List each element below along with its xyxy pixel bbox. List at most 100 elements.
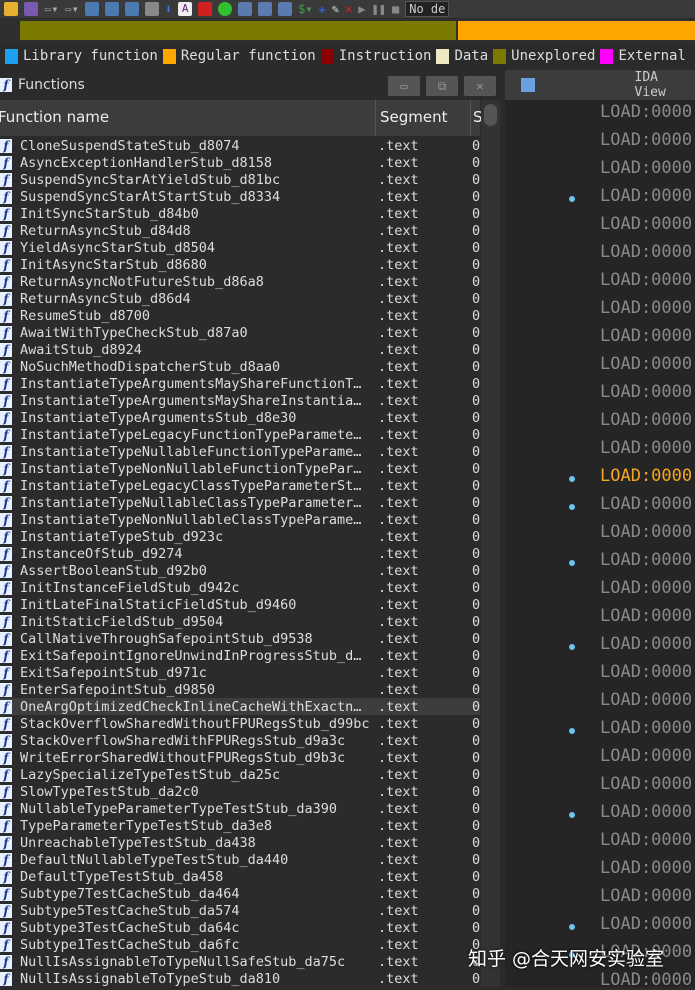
table-row[interactable]: f InitLateFinalStaticFieldStub_d9460 .text… xyxy=(0,596,480,613)
table-row[interactable]: f StackOverflowSharedWithFPURegsStub_d9a3… xyxy=(0,732,480,749)
binary-icon[interactable] xyxy=(124,2,139,16)
print-icon[interactable] xyxy=(144,2,159,16)
table-row[interactable]: f OneArgOptimizedCheckInlineCacheWithExac… xyxy=(0,698,480,715)
disassembly-line[interactable]: LOAD:0000 xyxy=(600,830,692,850)
edit-icon[interactable]: ✎ xyxy=(332,2,339,16)
table-row[interactable]: f EnterSafepointStub_d9850 .text 0 xyxy=(0,681,480,698)
delete-icon[interactable]: ✕ xyxy=(345,2,352,16)
table-row[interactable]: f InstantiateTypeLegacyClassTypeParameter… xyxy=(0,477,480,494)
disassembly-line[interactable]: LOAD:0000 xyxy=(600,774,692,794)
disassembly-line[interactable]: LOAD:0000 xyxy=(600,438,692,458)
disassembly-line[interactable]: LOAD:0000 xyxy=(600,130,692,150)
disassembly-line[interactable]: LOAD:0000 xyxy=(600,970,692,990)
table-row[interactable]: f ExitSafepointIgnoreUnwindInProgressStub… xyxy=(0,647,480,664)
table-row[interactable]: f StackOverflowSharedWithoutFPURegsStub_d… xyxy=(0,715,480,732)
table-row[interactable]: f ReturnAsyncStub_d86d4 .text 0 xyxy=(0,290,480,307)
disassembly-line[interactable]: LOAD:0000 xyxy=(600,298,692,318)
table-row[interactable]: f InitAsyncStarStub_d8680 .text 0 xyxy=(0,256,480,273)
breakpoint-dot-icon[interactable] xyxy=(569,476,575,482)
table-row[interactable]: f SuspendSyncStarAtStartStub_d8334 .text 0 xyxy=(0,188,480,205)
warning-icon[interactable] xyxy=(198,2,213,16)
table-row[interactable]: f InstantiateTypeArgumentsStub_d8e30 .text… xyxy=(0,409,480,426)
scrollbar[interactable] xyxy=(481,100,500,987)
disassembly-line[interactable]: LOAD:0000 xyxy=(600,466,692,486)
disassembly-line[interactable]: LOAD:0000 xyxy=(600,326,692,346)
disassembly-line[interactable]: LOAD:0000 xyxy=(600,522,692,542)
disassembly-line[interactable]: LOAD:0000 xyxy=(600,886,692,906)
debugger-select[interactable]: No de xyxy=(405,1,450,17)
struct-icon[interactable] xyxy=(278,2,293,16)
string-icon[interactable]: A xyxy=(178,2,193,16)
disassembly-line[interactable]: LOAD:0000 xyxy=(600,158,692,178)
disassembly-line[interactable]: LOAD:0000 xyxy=(600,354,692,374)
disassembly-line[interactable]: LOAD:0000 xyxy=(600,242,692,262)
table-row[interactable]: f NoSuchMethodDispatcherStub_d8aa0 .text 0 xyxy=(0,358,480,375)
table-row[interactable]: f DefaultTypeTestStub_da458 .text 0 xyxy=(0,868,480,885)
table-row[interactable]: f InstantiateTypeNonNullableClassTypePara… xyxy=(0,511,480,528)
table-row[interactable]: f InstantiateTypeArgumentsMayShareInstant… xyxy=(0,392,480,409)
table-row[interactable]: f InstanceOfStub_d9274 .text 0 xyxy=(0,545,480,562)
table-row[interactable]: f InitStaticFieldStub_d9504 .text 0 xyxy=(0,613,480,630)
disassembly-line[interactable]: LOAD:0000 xyxy=(600,662,692,682)
table-row[interactable]: f Subtype1TestCacheStub_da6fc .text 0 xyxy=(0,936,480,953)
jump-icon[interactable]: ⬇ xyxy=(165,2,172,16)
disassembly-line[interactable]: LOAD:0000 xyxy=(600,270,692,290)
stop-icon[interactable]: ■ xyxy=(392,2,399,16)
disassembly-line[interactable]: LOAD:0000 xyxy=(600,382,692,402)
table-row[interactable]: f CallNativeThroughSafepointStub_d9538 .te… xyxy=(0,630,480,647)
table-row[interactable]: f AwaitWithTypeCheckStub_d87a0 .text 0 xyxy=(0,324,480,341)
column-function-name[interactable]: Function name xyxy=(0,108,109,126)
table-row[interactable]: f TypeParameterTypeTestStub_da3e8 .text 0 xyxy=(0,817,480,834)
table-row[interactable]: f ResumeStub_d8700 .text 0 xyxy=(0,307,480,324)
text-icon[interactable] xyxy=(104,2,119,16)
table-row[interactable]: f DefaultNullableTypeTestStub_da440 .text 0 xyxy=(0,851,480,868)
table-row[interactable]: f InstantiateTypeLegacyFunctionTypeParame… xyxy=(0,426,480,443)
pause-icon[interactable]: ❚❚ xyxy=(372,2,386,16)
table-row[interactable]: f NullIsAssignableToTypeNullSafeStub_da75… xyxy=(0,953,480,970)
play-icon[interactable]: ▶ xyxy=(358,2,365,16)
table-row[interactable]: f InitInstanceFieldStub_d942c .text 0 xyxy=(0,579,480,596)
table-row[interactable]: f NullableTypeParameterTypeTestStub_da390… xyxy=(0,800,480,817)
table-row[interactable]: f InstantiateTypeNullableFunctionTypePara… xyxy=(0,443,480,460)
disassembly-line[interactable]: LOAD:0000 xyxy=(600,186,692,206)
save-icon[interactable] xyxy=(24,2,38,16)
table-row[interactable]: f NullIsAssignableToTypeStub_da810 .text 0 xyxy=(0,970,480,987)
code-icon[interactable] xyxy=(238,2,253,16)
scrollbar-thumb[interactable] xyxy=(484,104,497,126)
table-row[interactable]: f AsyncExceptionHandlerStub_d8158 .text 0 xyxy=(0,154,480,171)
table-row[interactable]: f InstantiateTypeNullableClassTypeParamet… xyxy=(0,494,480,511)
column-segment[interactable]: Segment xyxy=(380,108,448,126)
ida-view-tab[interactable]: IDA View xyxy=(505,70,695,100)
disassembly-line[interactable]: LOAD:0000 xyxy=(600,550,692,570)
table-row[interactable]: f ReturnAsyncNotFutureStub_d86a8 .text 0 xyxy=(0,273,480,290)
table-row[interactable]: f UnreachableTypeTestStub_da438 .text 0 xyxy=(0,834,480,851)
float-button[interactable]: ⧉ xyxy=(426,76,458,96)
disassembly-line[interactable]: LOAD:0000 xyxy=(600,690,692,710)
table-row[interactable]: f Subtype7TestCacheStub_da464 .text 0 xyxy=(0,885,480,902)
breakpoint-dot-icon[interactable] xyxy=(569,504,575,510)
table-row[interactable]: f ReturnAsyncStub_d84d8 .text 0 xyxy=(0,222,480,239)
green-dot-icon[interactable] xyxy=(218,2,233,16)
table-row[interactable]: f InstantiateTypeStub_d923c .text 0 xyxy=(0,528,480,545)
table-row[interactable]: f LazySpecializeTypeTestStub_da25c .text 0 xyxy=(0,766,480,783)
disassembly-line[interactable]: LOAD:0000 xyxy=(600,102,692,122)
table-row[interactable]: f AwaitStub_d8924 .text 0 xyxy=(0,341,480,358)
disassembly-line[interactable]: LOAD:0000 xyxy=(600,718,692,738)
table-row[interactable]: f YieldAsyncStarStub_d8504 .text 0 xyxy=(0,239,480,256)
breakpoint-dot-icon[interactable] xyxy=(569,812,575,818)
hex-icon[interactable] xyxy=(84,2,99,16)
data-icon[interactable] xyxy=(258,2,273,16)
breakpoint-dot-icon[interactable] xyxy=(569,644,575,650)
table-row[interactable]: f InstantiateTypeNonNullableFunctionTypeP… xyxy=(0,460,480,477)
open-icon[interactable] xyxy=(4,2,18,16)
table-row[interactable]: f ExitSafepointStub_d971c .text 0 xyxy=(0,664,480,681)
disassembly-line[interactable]: LOAD:0000 xyxy=(600,802,692,822)
table-row[interactable]: f SuspendSyncStarAtYieldStub_d81bc .text 0 xyxy=(0,171,480,188)
table-row[interactable]: f AssertBooleanStub_d92b0 .text 0 xyxy=(0,562,480,579)
table-row[interactable]: f Subtype5TestCacheStub_da574 .text 0 xyxy=(0,902,480,919)
disassembly-line[interactable]: LOAD:0000 xyxy=(600,746,692,766)
disassembly-line[interactable]: LOAD:0000 xyxy=(600,410,692,430)
breakpoint-dot-icon[interactable] xyxy=(569,560,575,566)
disassembly-line[interactable]: LOAD:0000 xyxy=(600,858,692,878)
add-icon[interactable]: ✚ xyxy=(319,2,326,16)
